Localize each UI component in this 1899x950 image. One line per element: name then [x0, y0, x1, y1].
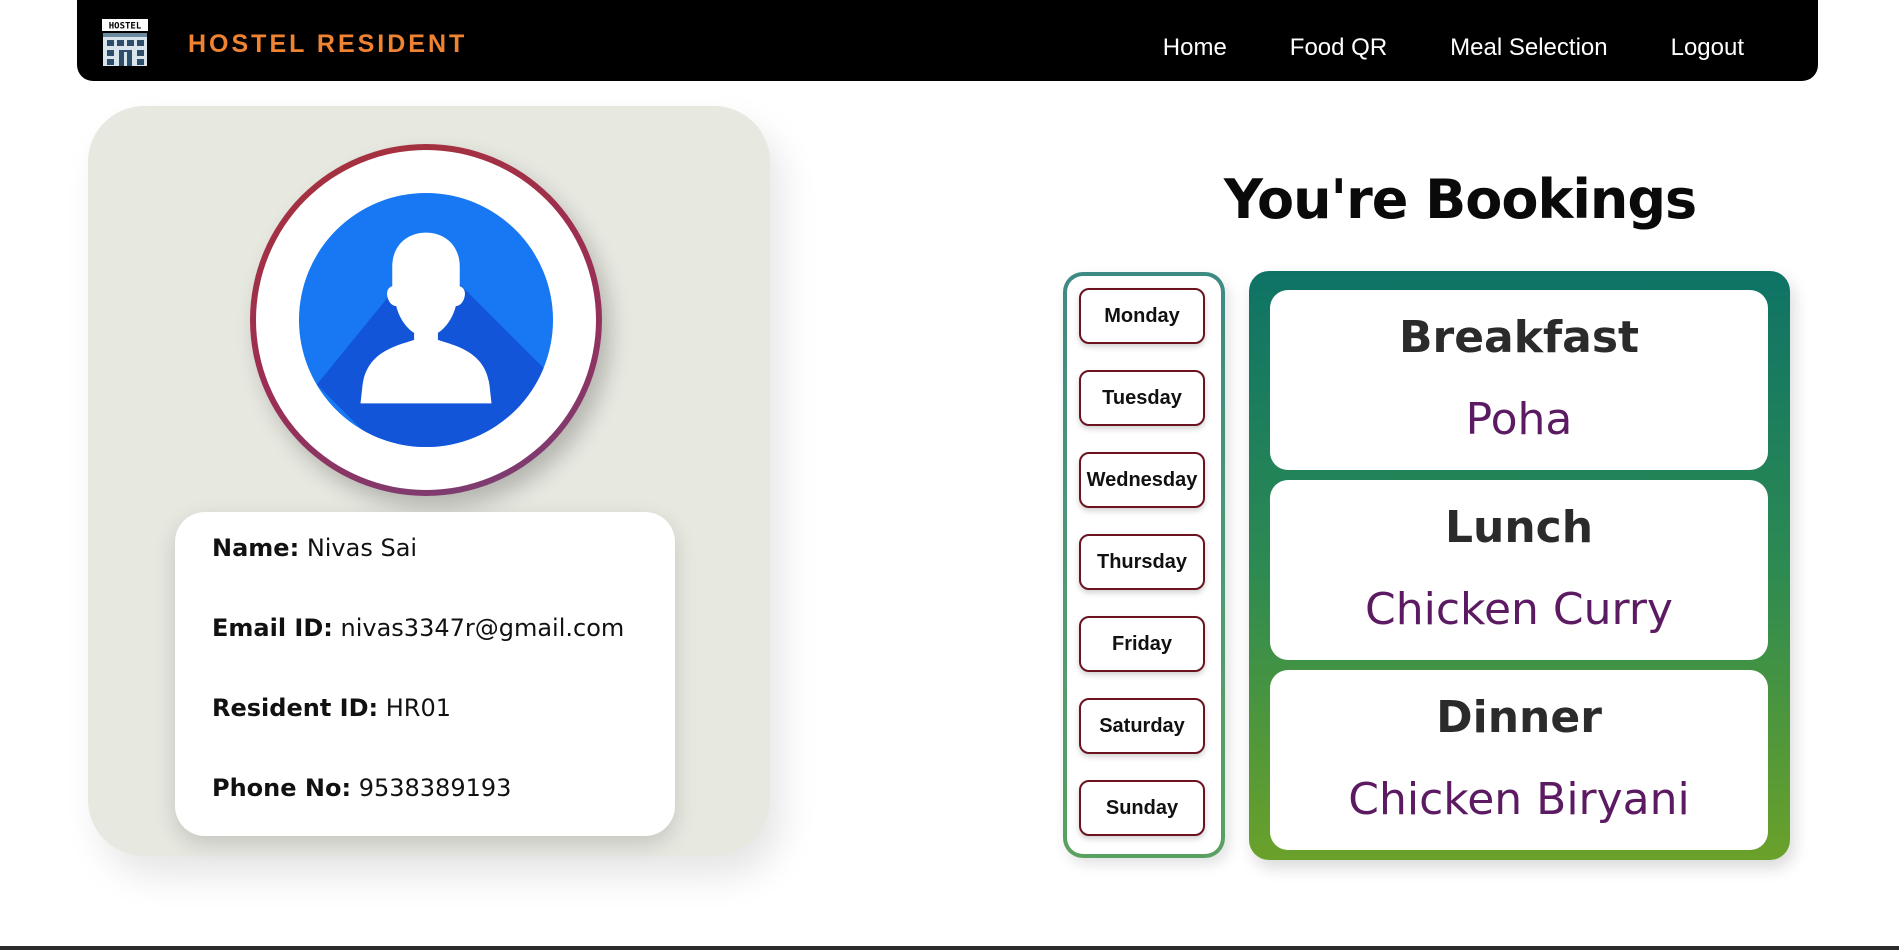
avatar [250, 144, 602, 496]
phone-row: Phone No: 9538389193 [212, 774, 511, 802]
day-button-friday[interactable]: Friday [1079, 616, 1205, 672]
day-button-tuesday[interactable]: Tuesday [1079, 370, 1205, 426]
nav-links: Home Food QR Meal Selection Logout [1163, 34, 1744, 62]
hostel-building-icon: HOSTEL [101, 18, 149, 68]
top-navbar: HOSTEL HOSTEL RESIDENT Home Food QR Meal… [77, 0, 1818, 81]
day-button-sunday[interactable]: Sunday [1079, 780, 1205, 836]
name-label: Name: [212, 534, 300, 562]
email-value: nivas3347r@gmail.com [340, 614, 625, 642]
meal-name: Dinner [1436, 692, 1602, 743]
email-label: Email ID: [212, 614, 333, 642]
day-button-monday[interactable]: Monday [1079, 288, 1205, 344]
meals-panel: Breakfast Poha Lunch Chicken Curry Dinne… [1249, 271, 1790, 860]
nav-meal-selection-link[interactable]: Meal Selection [1450, 34, 1607, 62]
phone-label: Phone No: [212, 774, 352, 802]
bookings-title: You're Bookings [1223, 168, 1697, 231]
brand-title: HOSTEL RESIDENT [188, 30, 468, 58]
day-button-thursday[interactable]: Thursday [1079, 534, 1205, 590]
bottom-divider [0, 946, 1899, 950]
resident-id-label: Resident ID: [212, 694, 379, 722]
logo-text: HOSTEL [109, 22, 142, 32]
meal-item: Chicken Biryani [1348, 774, 1690, 825]
day-button-wednesday[interactable]: Wednesday [1079, 452, 1205, 508]
profile-info-box: Name: Nivas Sai Email ID: nivas3347r@gma… [175, 512, 675, 836]
phone-value: 9538389193 [358, 774, 512, 802]
meal-name: Lunch [1444, 502, 1594, 553]
meal-card-breakfast: Breakfast Poha [1270, 290, 1768, 470]
meal-card-lunch: Lunch Chicken Curry [1270, 480, 1768, 660]
nav-home-link[interactable]: Home [1163, 34, 1227, 62]
resident-id-row: Resident ID: HR01 [212, 694, 451, 722]
email-row: Email ID: nivas3347r@gmail.com [212, 614, 624, 642]
name-row: Name: Nivas Sai [212, 534, 417, 562]
day-button-saturday[interactable]: Saturday [1079, 698, 1205, 754]
meal-item: Poha [1465, 394, 1573, 445]
nav-logout-link[interactable]: Logout [1671, 34, 1744, 62]
name-value: Nivas Sai [306, 534, 418, 562]
nav-food-qr-link[interactable]: Food QR [1290, 34, 1387, 62]
profile-card: Name: Nivas Sai Email ID: nivas3347r@gma… [88, 106, 770, 856]
meal-card-dinner: Dinner Chicken Biryani [1270, 670, 1768, 850]
meal-item: Chicken Curry [1365, 584, 1673, 635]
user-avatar-icon [298, 192, 554, 448]
meal-name: Breakfast [1398, 312, 1640, 363]
day-selector: Monday Tuesday Wednesday Thursday Friday… [1063, 272, 1225, 858]
resident-id-value: HR01 [385, 694, 451, 722]
